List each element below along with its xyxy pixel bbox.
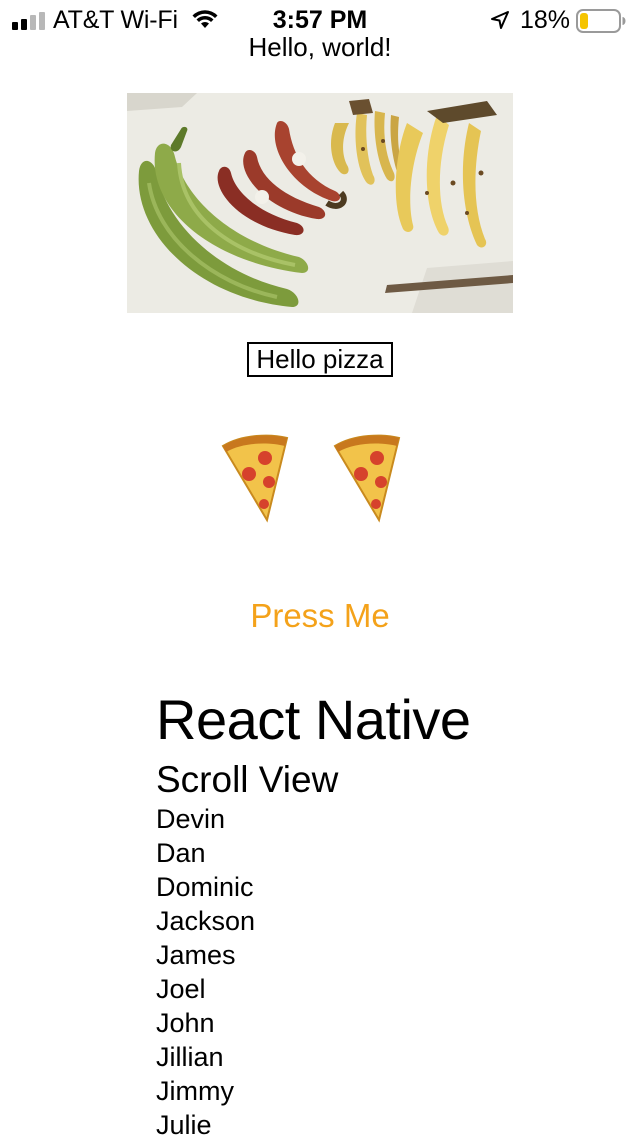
pizza-slice-icon [333,434,401,523]
battery-icon [576,9,626,33]
list-item: James [156,940,236,970]
list-item: Dominic [156,872,254,902]
hello-pizza-label: Hello pizza [247,342,393,377]
list-item: Joel [156,974,206,1004]
greeting-text: Hello, world! [248,32,392,62]
list-item: Julie [156,1110,212,1140]
names-list[interactable]: Devin Dan Dominic Jackson James Joel Joh… [156,802,255,1142]
section-heading: Scroll View [156,759,339,800]
banana-photo [127,93,513,313]
list-item: Jillian [156,1042,224,1072]
location-arrow-icon [491,11,509,29]
pizza-slice-icon [221,434,289,523]
page-title: React Native [156,688,471,751]
press-me-button[interactable]: Press Me [0,594,640,638]
list-item: Devin [156,804,226,834]
list-item: Jimmy [156,1076,234,1106]
list-item: John [156,1008,215,1038]
list-item: Dan [156,838,206,868]
list-item: Jackson [156,906,256,936]
